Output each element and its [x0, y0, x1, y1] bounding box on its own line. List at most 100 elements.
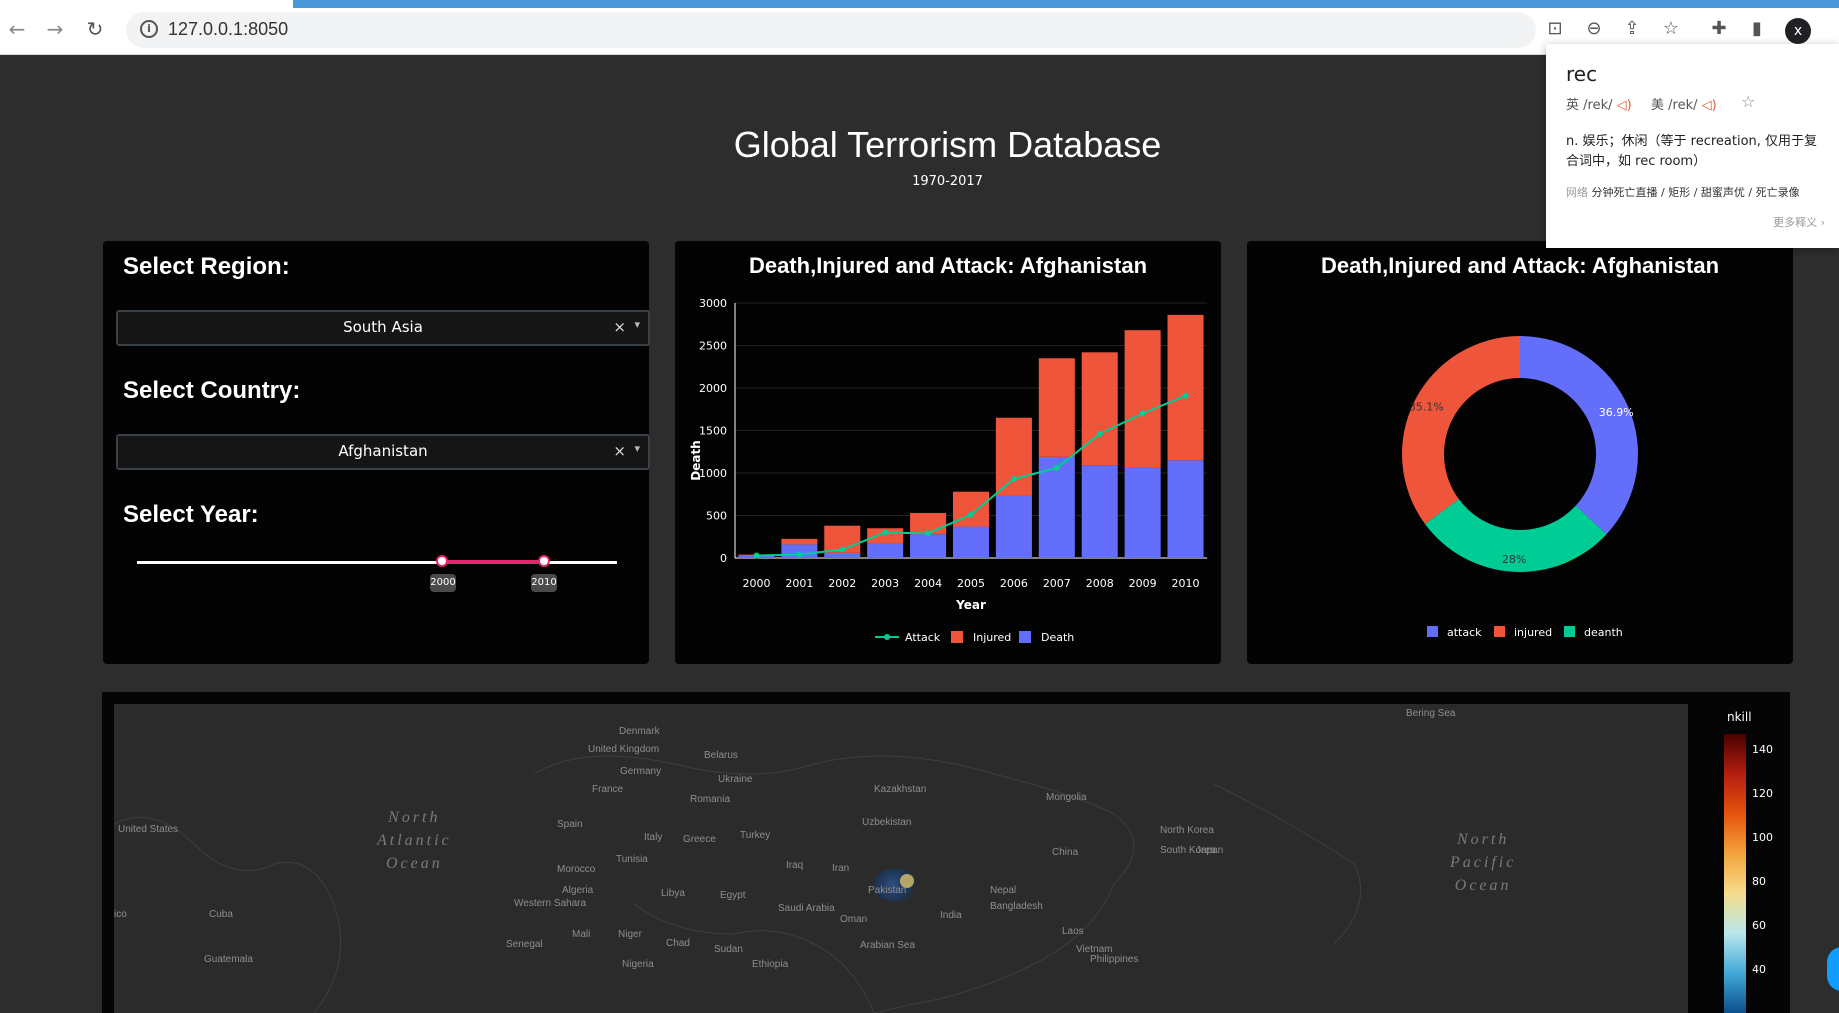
map-label: Oman [840, 914, 868, 925]
year-end-handle[interactable] [538, 555, 550, 567]
donut-slice-attack [1520, 336, 1638, 535]
map-label: Senegal [506, 939, 543, 950]
country-chevron-down-icon[interactable]: ▾ [634, 442, 640, 455]
region-dropdown[interactable]: South Asia × ▾ [116, 310, 650, 346]
map-label: Romania [690, 794, 731, 805]
reload-icon[interactable]: ↻ [84, 18, 106, 40]
x-tick-label: 2008 [1086, 577, 1114, 590]
country-clear-icon[interactable]: × [613, 442, 626, 460]
bar-injured [1038, 358, 1075, 457]
bar-death [1167, 460, 1204, 558]
region-chevron-down-icon[interactable]: ▾ [634, 318, 640, 331]
back-icon[interactable]: ← [6, 18, 28, 40]
x-tick-label: 2010 [1172, 577, 1200, 590]
legend-swatch [1019, 631, 1031, 643]
map-label: Philippines [1090, 954, 1139, 965]
floating-expand-button[interactable] [1827, 947, 1839, 991]
attack-point [968, 511, 974, 518]
slice-label: 28% [1502, 553, 1526, 566]
y-tick-label: 0 [720, 552, 727, 565]
year-start-handle[interactable] [436, 555, 448, 567]
colorbar-tick: 100 [1752, 831, 1773, 844]
uk-speaker-icon[interactable]: ◁) [1617, 98, 1632, 113]
translate-icon[interactable]: ⊡ [1544, 18, 1566, 40]
url-text[interactable]: 127.0.0.1:8050 [168, 19, 288, 40]
bar-death [952, 526, 990, 558]
y-tick-label: 1500 [699, 425, 727, 438]
year-end-label: 2010 [531, 574, 557, 592]
forward-icon[interactable]: → [44, 18, 66, 40]
colorbar [1724, 734, 1746, 1013]
address-bar[interactable]: i 127.0.0.1:8050 [126, 12, 1536, 48]
attack-point [1010, 475, 1017, 482]
colorbar-tick: 120 [1752, 787, 1773, 800]
donut-slice-injured [1402, 336, 1520, 524]
colorbar-tick: 80 [1752, 875, 1766, 888]
map-label: Mali [572, 929, 591, 940]
web-label: 网络 [1566, 186, 1588, 199]
bookmark-star-icon[interactable]: ☆ [1660, 18, 1682, 40]
legend-label: attack [1447, 626, 1482, 639]
map-label: France [592, 784, 624, 795]
attack-point [925, 530, 932, 537]
year-start-label: 2000 [430, 574, 456, 592]
x-tick-label: 2003 [871, 577, 899, 590]
popup-definition: n. 娱乐；休闲（等于 recreation, 仅用于复合词中，如 rec ro… [1566, 134, 1818, 169]
country-label: Select Country: [123, 377, 301, 404]
y-tick-label: 500 [706, 510, 727, 523]
map-label: China [1052, 847, 1079, 858]
map-label: Saudi Arabia [778, 903, 835, 914]
us-speaker-icon[interactable]: ◁) [1702, 98, 1717, 113]
zoom-icon[interactable]: ⊖ [1583, 18, 1605, 40]
more-definitions-link[interactable]: 更多释义 › [1773, 214, 1825, 230]
extensions-icon[interactable]: ✚ [1708, 18, 1730, 40]
map-label: Pakistan [868, 885, 907, 896]
world-map[interactable]: United Kingdom Denmark Belarus Germany Ukrai… [114, 704, 1688, 1013]
map-label: Germany [620, 766, 662, 777]
profile-avatar[interactable]: x [1785, 18, 1811, 44]
legend-label: Injured [973, 631, 1011, 644]
bar-chart[interactable]: 0 500 1000 1500 2000 2500 3000 2000 2001 2002 2003… [675, 241, 1221, 664]
legend-swatch [1427, 626, 1438, 637]
map-panel: United Kingdom Denmark Belarus Germany Ukrai… [102, 692, 1790, 1013]
colorbar-tick: 140 [1752, 743, 1773, 756]
x-tick-label: 2006 [1000, 577, 1028, 590]
x-tick-label: 2002 [828, 577, 856, 590]
bar-injured [1167, 314, 1204, 461]
map-label: Italy [644, 832, 663, 843]
popup-web: 网络 分钟死亡直播 / 矩形 / 甜蜜声优 / 死亡录像 [1566, 184, 1800, 200]
x-tick-label: 2009 [1129, 577, 1157, 590]
colorbar-tick: 40 [1752, 963, 1766, 976]
map-label: Bering Sea [1406, 708, 1456, 719]
y-tick-label: 2500 [699, 340, 727, 353]
y-tick-label: 3000 [699, 297, 727, 310]
y-tick-label: 2000 [699, 382, 727, 395]
bar-injured [995, 417, 1032, 496]
map-label: Turkey [740, 830, 771, 841]
x-tick-label: 2005 [957, 577, 985, 590]
map-label: United Kingdom [588, 744, 660, 755]
attack-point [753, 552, 760, 559]
legend-label: Death [1041, 631, 1074, 644]
bar-death [910, 534, 947, 558]
map-label: Denmark [619, 726, 660, 737]
region-clear-icon[interactable]: × [613, 318, 626, 336]
country-dropdown[interactable]: Afghanistan × ▾ [116, 434, 650, 470]
favorite-star-icon[interactable]: ☆ [1741, 92, 1755, 111]
year-slider-range[interactable] [442, 560, 544, 564]
donut-chart[interactable]: 36.9% 28% 35.1% attack injured deanth [1247, 241, 1793, 664]
uk-phonetic: /rek/ [1583, 98, 1613, 113]
map-label: Sudan [714, 944, 743, 955]
side-panel-icon[interactable]: ▮ [1746, 18, 1768, 40]
bar-injured [1124, 330, 1161, 468]
slice-label: 35.1% [1409, 401, 1444, 414]
us-pronunciation: 美 /rek/ ◁) [1651, 94, 1717, 113]
map-label: Greece [683, 834, 716, 845]
map-label: Algeria [562, 885, 594, 896]
share-icon[interactable]: ⇪ [1621, 18, 1643, 40]
web-meanings: 分钟死亡直播 / 矩形 / 甜蜜声优 / 死亡录像 [1591, 186, 1800, 199]
filter-panel: Select Region: South Asia × ▾ Select Cou… [103, 241, 650, 664]
slice-label: 36.9% [1599, 406, 1634, 419]
region-value: South Asia [343, 318, 423, 336]
site-info-icon[interactable]: i [140, 20, 158, 38]
